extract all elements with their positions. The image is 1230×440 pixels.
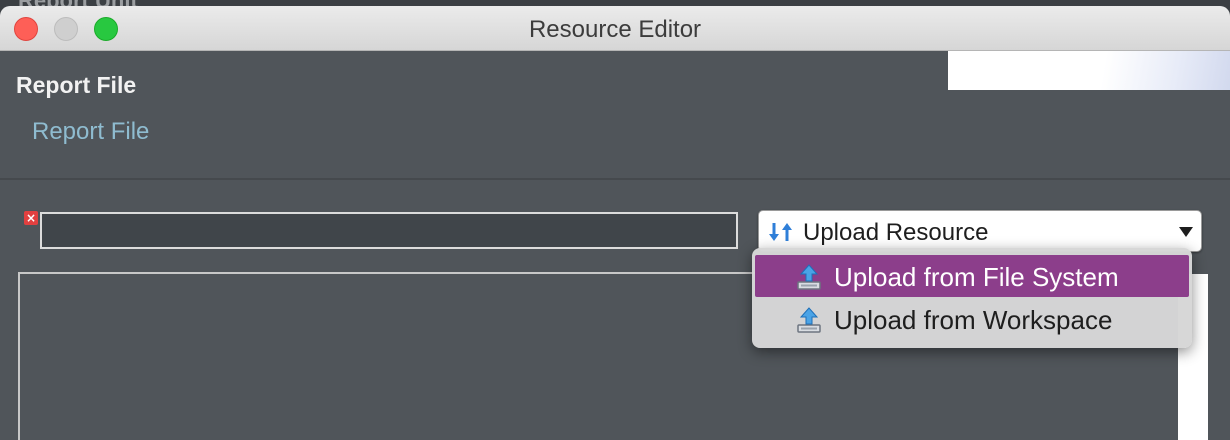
upload-download-arrows-icon: [769, 223, 792, 241]
error-icon: ×: [24, 211, 38, 225]
resource-editor-window: Resource Editor Report File Report File …: [0, 6, 1230, 440]
menu-item-label: Upload from File System: [834, 262, 1119, 292]
header-divider: [0, 178, 1230, 180]
section-title: Report File: [16, 72, 137, 98]
upload-icon: [797, 264, 821, 290]
menu-item-label: Upload from Workspace: [834, 305, 1113, 335]
header-banner-image: [948, 51, 1230, 90]
section-subtitle: Report File: [32, 118, 150, 145]
upload-icon: [797, 307, 821, 333]
upload-resource-dropdown[interactable]: Upload Resource: [758, 210, 1202, 252]
chevron-down-icon: [1179, 227, 1193, 237]
menu-item-upload-from-file-system[interactable]: Upload from File System: [755, 255, 1189, 297]
upload-options-menu: Upload from File System Upload from Work…: [752, 248, 1192, 348]
dropdown-selected-label: Upload Resource: [803, 219, 989, 246]
resource-path-input[interactable]: [40, 212, 738, 249]
window-title: Resource Editor: [528, 16, 702, 43]
title-bar[interactable]: Resource Editor: [0, 6, 1230, 51]
menu-item-upload-from-workspace[interactable]: Upload from Workspace: [752, 298, 1192, 340]
